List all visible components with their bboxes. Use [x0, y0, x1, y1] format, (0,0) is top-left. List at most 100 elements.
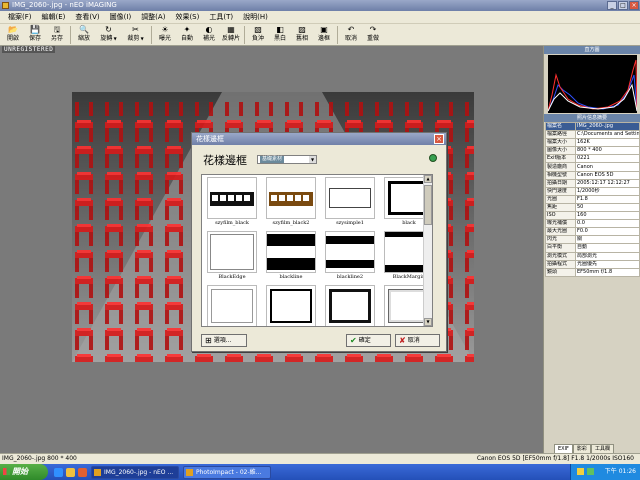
- cross-process-button[interactable]: ▧ 負沖: [247, 24, 269, 46]
- info-row[interactable]: ISO 160: [545, 211, 640, 221]
- slide-film-button[interactable]: ▦ 反轉片: [220, 24, 242, 46]
- dialog-close-button[interactable]: ×: [434, 134, 444, 144]
- panel-tab-1[interactable]: 影彩: [572, 444, 591, 453]
- info-row[interactable]: 快門速度 1/2000秒: [545, 186, 640, 196]
- info-row[interactable]: 閃光關: [545, 235, 640, 245]
- info-row[interactable]: 拍攝程式 光圈優先: [545, 259, 640, 269]
- taskbar-button[interactable]: PhotoImpact - 02-維...: [183, 465, 271, 479]
- taskbar-button[interactable]: IMG_2060-.jpg - nEO ...: [91, 465, 179, 479]
- info-value: 162K: [575, 138, 640, 148]
- info-row[interactable]: 檔案名 IMG_2060-.jpg: [545, 121, 640, 132]
- chevron-down-icon[interactable]: ▼: [112, 36, 117, 41]
- info-row[interactable]: 焦距 50: [545, 202, 640, 213]
- black-white-button[interactable]: ◧ 黑白: [269, 24, 291, 46]
- tray-network-icon[interactable]: [587, 468, 594, 475]
- info-row[interactable]: 白平衡 自動: [545, 243, 640, 253]
- toolbar-label: 縮放: [77, 35, 90, 42]
- frame-thumbnail[interactable]: blackline2: [322, 231, 378, 283]
- info-row[interactable]: 檔案路徑 C:\Documents and Settings: [545, 130, 640, 140]
- menu-item-7[interactable]: 說明(H): [238, 12, 273, 22]
- frame-thumbnail[interactable]: szyfilm_black2: [263, 177, 319, 229]
- info-value: 0221: [575, 154, 640, 164]
- scroll-thumb[interactable]: [424, 185, 432, 225]
- menu-item-6[interactable]: 工具(T): [204, 12, 238, 22]
- tray-volume-icon[interactable]: [577, 468, 584, 475]
- info-row[interactable]: 鏡頭 EF50mm f/1.8: [545, 267, 640, 277]
- chevron-down-icon[interactable]: ▼: [139, 36, 144, 41]
- menu-item-2[interactable]: 查看(V): [70, 12, 104, 22]
- menu-item-3[interactable]: 圖像(I): [105, 12, 137, 22]
- old-photo-button[interactable]: ▨ 舊相: [291, 24, 313, 46]
- cancel-button[interactable]: ✘ 取消: [395, 334, 440, 347]
- frame-thumbnail[interactable]: blackline: [263, 231, 319, 283]
- frame-button[interactable]: ▣ 邊框: [313, 24, 335, 46]
- info-value: C:\Documents and Settings: [575, 130, 640, 140]
- menu-item-0[interactable]: 檔案(F): [3, 12, 37, 22]
- frame-thumbnail[interactable]: szysimple1: [322, 177, 378, 229]
- redo-button[interactable]: ↷ 重做: [362, 24, 384, 46]
- auto-button[interactable]: ✦ 自動: [176, 24, 198, 46]
- toolbar-label: 重做: [366, 35, 379, 42]
- exposure-button[interactable]: ☀ 曝光: [154, 24, 176, 46]
- info-row[interactable]: 拍攝日期 2005:12:17 12:12:27: [545, 178, 640, 188]
- zoom-icon: 🔍: [79, 25, 89, 34]
- frame-preview-image: [266, 177, 316, 219]
- start-button[interactable]: 開始: [0, 464, 48, 480]
- info-row[interactable]: 曝光補償 0.0: [545, 219, 640, 229]
- frame-preview-image: [207, 177, 257, 219]
- ok-button[interactable]: ✔ 確定: [346, 334, 391, 347]
- frame-preview-image: [325, 231, 375, 273]
- frame-name: BlackEdge: [218, 274, 246, 280]
- toolbar-label: 裁剪: [127, 35, 140, 42]
- fill-light-button[interactable]: ◐ 補光: [198, 24, 220, 46]
- close-button[interactable]: ×: [629, 1, 639, 10]
- taskbar-button-label: PhotoImpact - 02-維...: [196, 468, 262, 476]
- media-player-icon[interactable]: [78, 467, 87, 477]
- menu-item-1[interactable]: 編輯(E): [37, 12, 71, 22]
- menu-item-5[interactable]: 效果(S): [170, 12, 204, 22]
- window-titlebar: IMG_2060-.jpg - nEO iMAGING _ □ ×: [0, 0, 640, 11]
- crop-button[interactable]: ✂ 裁剪 ▼: [122, 24, 149, 46]
- frame-thumbnail[interactable]: [322, 285, 378, 326]
- auto-icon: ✦: [183, 25, 191, 34]
- frame-thumbnail[interactable]: szyfilm_black: [204, 177, 260, 229]
- chevron-down-icon: ▼: [309, 156, 316, 163]
- info-row[interactable]: 圖像大小 800 * 400: [545, 146, 640, 156]
- internet-explorer-icon[interactable]: [54, 467, 63, 477]
- cross-icon: ✘: [399, 336, 406, 345]
- info-row[interactable]: 最大光圈 F0.0: [545, 227, 640, 237]
- scroll-down-icon[interactable]: ▼: [424, 318, 432, 326]
- info-row[interactable]: 檔案大小 162K: [545, 138, 640, 148]
- info-key: 圖像大小: [545, 146, 576, 156]
- info-row[interactable]: Exif版本 0221: [545, 154, 640, 164]
- maximize-button[interactable]: □: [618, 1, 628, 10]
- minimize-button[interactable]: _: [607, 1, 617, 10]
- info-row[interactable]: 光圈 F1.8: [545, 194, 640, 204]
- zoom-button[interactable]: 🔍 縮放: [73, 24, 95, 46]
- category-select[interactable]: 基礎素材 ▼: [257, 155, 317, 164]
- folder-icon[interactable]: [66, 467, 75, 477]
- frame-thumbnail[interactable]: [204, 285, 260, 326]
- info-row[interactable]: 製造廠商 Canon: [545, 162, 640, 172]
- save-button[interactable]: 💾 保存: [24, 24, 46, 46]
- dialog-title: 花樣邊框: [196, 135, 224, 143]
- scroll-up-icon[interactable]: ▲: [424, 175, 432, 183]
- frame-preview-image: [266, 285, 316, 326]
- menu-item-4[interactable]: 調整(A): [136, 12, 170, 22]
- frame-icon: ▣: [320, 25, 328, 34]
- undo-button[interactable]: ↶ 取消: [340, 24, 362, 46]
- info-row[interactable]: 測光模式 局部測光: [545, 251, 640, 261]
- info-key: 光圈: [545, 194, 576, 204]
- panel-tab-0[interactable]: EXIF: [554, 444, 573, 453]
- thumbnail-scrollbar[interactable]: ▲ ▼: [423, 175, 432, 326]
- info-value: 800 * 400: [575, 146, 640, 156]
- panel-tab-2[interactable]: 工具欄: [590, 444, 614, 453]
- frame-thumbnail[interactable]: [263, 285, 319, 326]
- rotate-button[interactable]: ↻ 旋轉 ▼: [95, 24, 122, 46]
- open-button[interactable]: 📂 開啟: [2, 24, 24, 46]
- info-row[interactable]: 相機型號 Canon EOS 5D: [545, 170, 640, 180]
- refresh-icon[interactable]: [429, 154, 437, 162]
- frame-thumbnail[interactable]: BlackEdge: [204, 231, 260, 283]
- options-button[interactable]: ⊞ 選項...: [201, 334, 247, 347]
- save-as-button[interactable]: 🖫 另存: [46, 24, 68, 46]
